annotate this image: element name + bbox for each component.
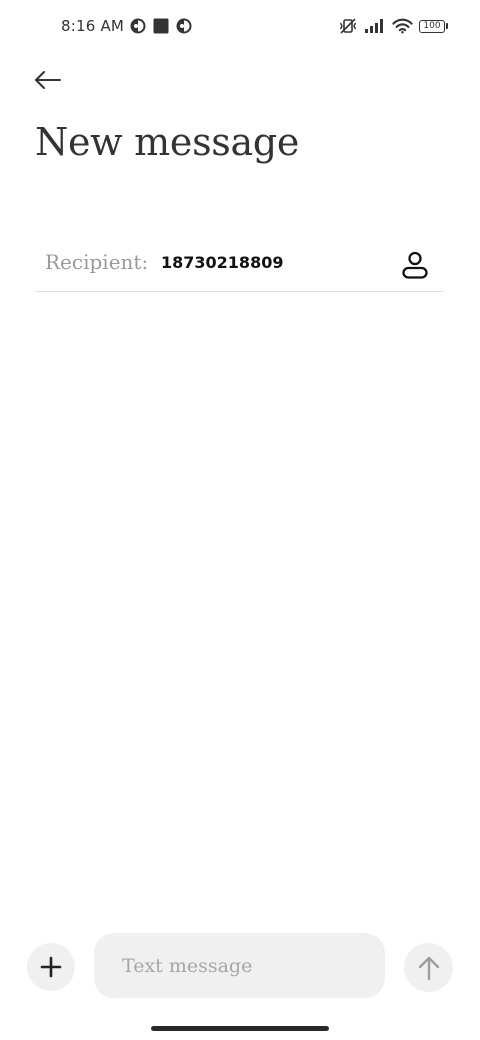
status-time: 8:16 AM (61, 17, 125, 35)
recipient-input[interactable]: 18730218809 (161, 253, 283, 272)
vibrate-off-icon (339, 18, 357, 34)
battery-icon: 100 (419, 19, 448, 33)
recipient-label: Recipient: (45, 250, 149, 274)
notification-app-icon (176, 18, 192, 34)
send-button[interactable] (404, 943, 453, 992)
person-icon (402, 251, 428, 279)
wifi-icon (392, 18, 413, 34)
page-title: New message (35, 120, 300, 164)
home-indicator[interactable] (151, 1026, 329, 1031)
recipient-row[interactable]: Recipient: 18730218809 (35, 236, 444, 292)
notification-app-icon (130, 18, 146, 34)
status-bar: 8:16 AM 100 (0, 0, 480, 54)
battery-tip (446, 23, 448, 29)
arrow-left-icon (35, 71, 61, 89)
add-attachment-button[interactable] (27, 943, 75, 991)
notification-square-icon (153, 18, 169, 34)
status-right: 100 (338, 17, 448, 35)
back-button[interactable] (28, 62, 68, 98)
select-contact-button[interactable] (398, 248, 432, 282)
battery-level: 100 (419, 19, 445, 33)
plus-icon (40, 956, 62, 978)
status-left: 8:16 AM (61, 17, 193, 35)
text-message-input[interactable] (94, 933, 385, 998)
signal-icon (365, 19, 383, 33)
arrow-up-icon (418, 956, 439, 980)
